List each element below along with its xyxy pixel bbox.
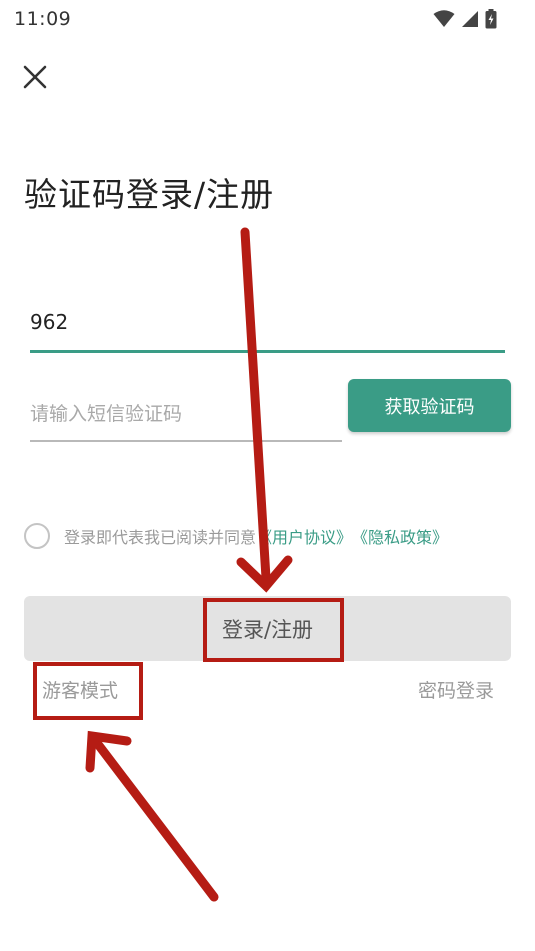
close-icon	[23, 65, 47, 89]
annotation-arrows	[85, 227, 293, 902]
sms-code-input[interactable]	[30, 392, 342, 442]
page-title: 验证码登录/注册	[24, 175, 275, 214]
battery-charging-icon	[485, 9, 497, 29]
status-icons	[433, 8, 497, 30]
status-bar: 11:09	[0, 0, 535, 38]
user-agreement-link[interactable]: 《用户协议》	[256, 524, 352, 548]
get-code-button[interactable]: 获取验证码	[348, 379, 511, 432]
close-button[interactable]	[18, 60, 52, 94]
guest-mode-link[interactable]: 游客模式	[42, 676, 118, 703]
agreement-row: 登录即代表我已阅读并同意 《用户协议》 《隐私政策》	[24, 522, 448, 550]
privacy-policy-link[interactable]: 《隐私政策》	[352, 524, 448, 548]
phone-number-input[interactable]	[30, 300, 505, 353]
arrow-up-annotation	[85, 730, 219, 902]
login-register-button[interactable]: 登录/注册	[24, 596, 511, 661]
signal-icon	[462, 11, 478, 27]
agreement-text: 登录即代表我已阅读并同意	[64, 528, 257, 547]
wifi-icon	[433, 10, 455, 27]
agreement-checkbox[interactable]	[24, 523, 50, 549]
password-login-link[interactable]: 密码登录	[418, 676, 494, 703]
status-time: 11:09	[14, 8, 72, 30]
